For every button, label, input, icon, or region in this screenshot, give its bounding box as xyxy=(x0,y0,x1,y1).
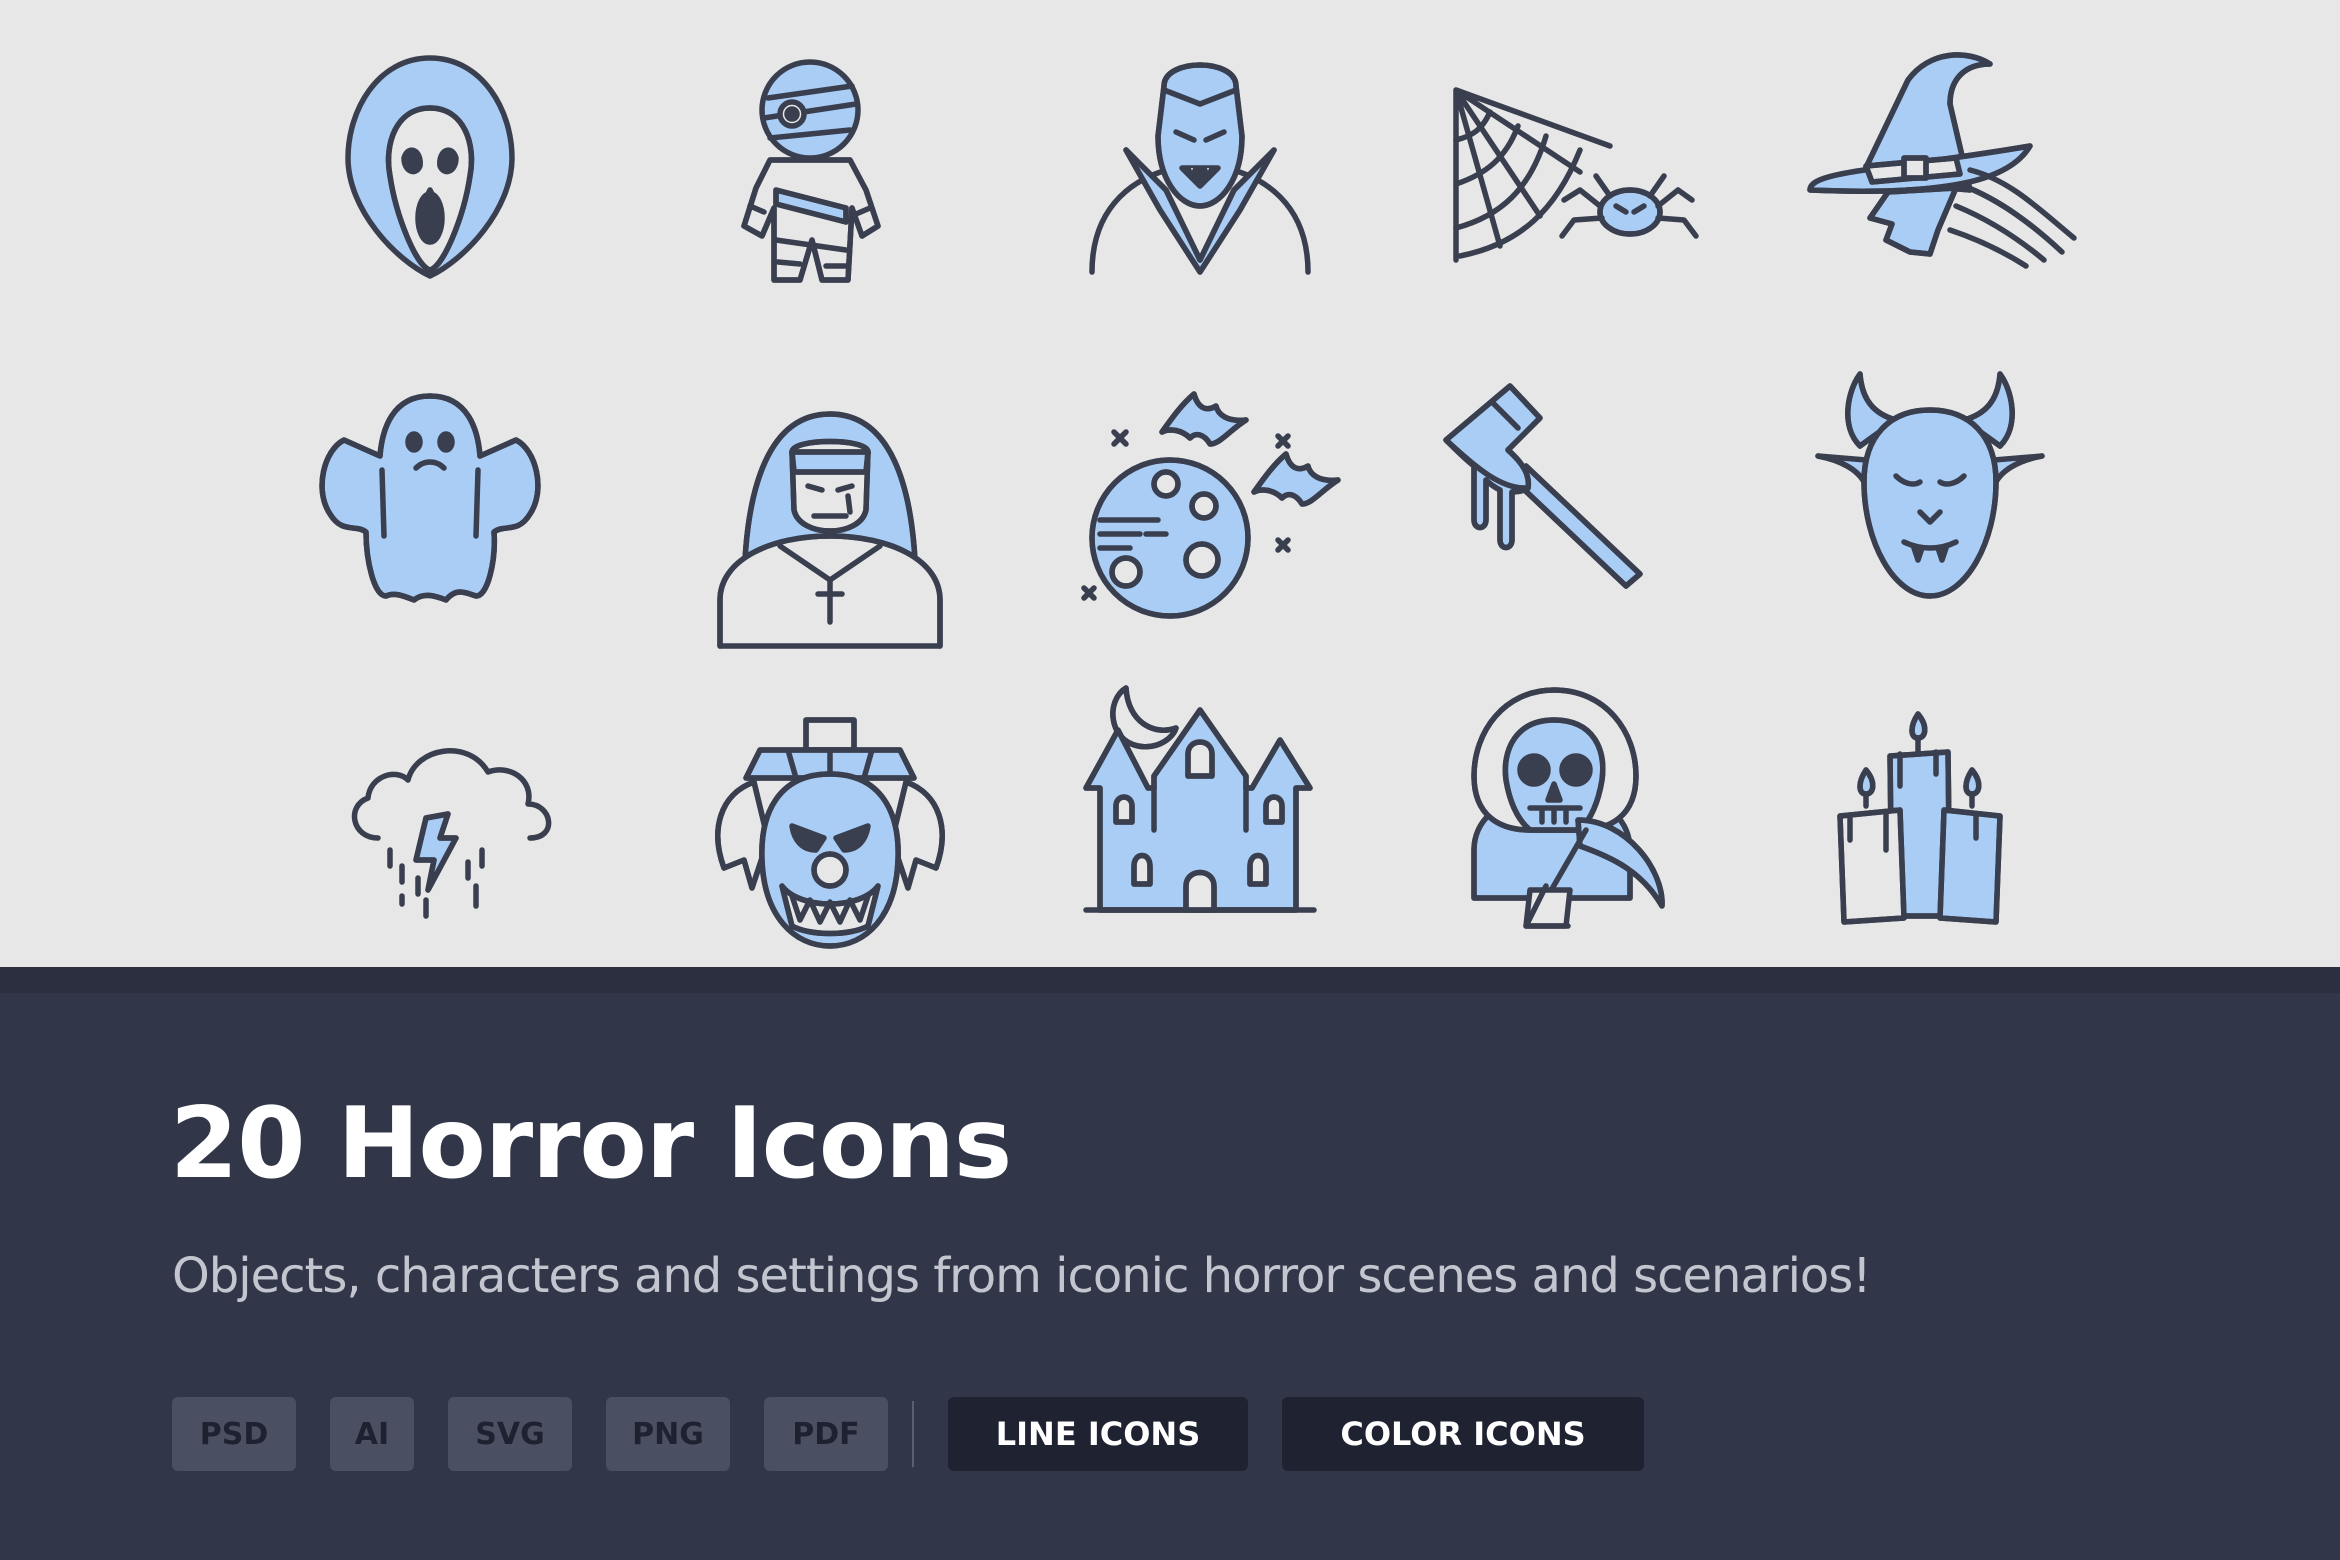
format-badge-svg: SVG xyxy=(448,1397,572,1471)
vampire-icon xyxy=(1070,40,1330,300)
format-badge-png: PNG xyxy=(606,1397,730,1471)
nun-icon xyxy=(700,400,960,660)
color-icons-button[interactable]: COLOR ICONS xyxy=(1282,1397,1644,1471)
witch-icon xyxy=(1800,40,2077,300)
devil-icon xyxy=(1800,360,2060,620)
candles-icon xyxy=(1800,690,2060,950)
storm-cloud-icon xyxy=(330,710,590,970)
grim-reaper-icon xyxy=(1430,680,1690,940)
line-icons-button[interactable]: LINE ICONS xyxy=(948,1397,1248,1471)
page-subtitle: Objects, characters and settings from ic… xyxy=(172,1248,1872,1304)
haunted-castle-icon xyxy=(1070,670,1330,930)
divider xyxy=(912,1401,914,1467)
page-title: 20 Horror Icons xyxy=(170,1087,1012,1201)
ghost-icon xyxy=(300,360,560,620)
format-badge-ai: AI xyxy=(330,1397,414,1471)
format-bar: PSD AI SVG PNG PDF LINE ICONS COLOR ICON… xyxy=(172,1397,1678,1471)
evil-clown-icon xyxy=(700,710,960,970)
scream-ghostface-icon xyxy=(300,40,560,300)
spider-web-icon xyxy=(1430,40,1699,300)
format-badge-psd: PSD xyxy=(172,1397,296,1471)
mummy-icon xyxy=(680,40,940,300)
format-badge-pdf: PDF xyxy=(764,1397,888,1471)
moon-bats-icon xyxy=(1070,380,1341,640)
bloody-axe-icon xyxy=(1430,380,1690,640)
icon-showcase xyxy=(0,0,2340,967)
